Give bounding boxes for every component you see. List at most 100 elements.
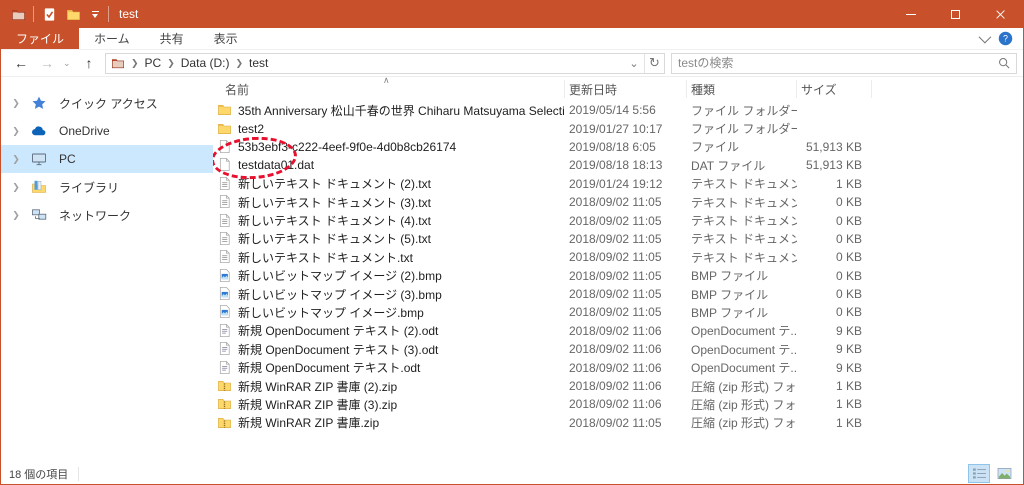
file-type: 圧縮 (zip 形式) フォ...	[687, 414, 797, 431]
file-modified: 2018/09/02 11:06	[565, 361, 687, 375]
file-name: 新しいテキスト ドキュメント.txt	[238, 249, 413, 266]
item-count: 18 個の項目	[9, 466, 68, 482]
file-name: 新規 WinRAR ZIP 書庫 (3).zip	[238, 396, 397, 413]
file-row[interactable]: 新しいテキスト ドキュメント (5).txt2018/09/02 11:05テキ…	[213, 230, 1023, 248]
sidebar-item-ネットワーク[interactable]: ❯ネットワーク	[1, 201, 213, 229]
sidebar-item-クイック アクセス[interactable]: ❯ クイック アクセス	[1, 89, 213, 117]
file-row[interactable]: 新しいテキスト ドキュメント (4).txt2018/09/02 11:05テキ…	[213, 211, 1023, 229]
window-title: test	[119, 7, 138, 21]
file-size: 1 KB	[797, 416, 872, 430]
expander-chevron-icon[interactable]: ❯	[1, 182, 31, 193]
title-bar: test	[1, 0, 1023, 28]
file-name: testdata01.dat	[238, 158, 314, 172]
file-name: 新しいテキスト ドキュメント (3).txt	[238, 194, 431, 211]
forward-button[interactable]: →	[37, 55, 57, 71]
file-size: 0 KB	[797, 195, 872, 209]
library-icon	[31, 179, 53, 195]
ribbon-tab-ファイル[interactable]: ファイル	[1, 28, 79, 49]
file-row[interactable]: 53b3ebf3-c222-4eef-9f0e-4d0b8cb261742019…	[213, 138, 1023, 156]
file-name: 新規 OpenDocument テキスト.odt	[238, 359, 420, 376]
column-header-size[interactable]: サイズ	[797, 80, 872, 98]
file-size: 0 KB	[797, 269, 872, 283]
file-name: test2	[238, 122, 264, 136]
close-button[interactable]	[978, 0, 1023, 28]
column-header-type[interactable]: 種類	[687, 80, 797, 98]
quick-access-toolbar	[1, 5, 109, 23]
customize-qat-button[interactable]	[88, 11, 102, 18]
text-file-icon	[217, 213, 233, 229]
file-row[interactable]: 新しいビットマップ イメージ.bmp2018/09/02 11:05BMP ファ…	[213, 303, 1023, 321]
new-folder-button[interactable]	[64, 5, 82, 23]
file-size: 0 KB	[797, 232, 872, 246]
ribbon-tab-表示[interactable]: 表示	[199, 28, 253, 49]
cloud-icon	[31, 123, 53, 139]
file-row[interactable]: 35th Anniversary 松山千春の世界 Chiharu Matsuya…	[213, 101, 1023, 119]
file-row[interactable]: 新しいテキスト ドキュメント (3).txt2018/09/02 11:05テキ…	[213, 193, 1023, 211]
file-row[interactable]: 新規 WinRAR ZIP 書庫.zip2018/09/02 11:05圧縮 (…	[213, 414, 1023, 432]
breadcrumb-item[interactable]: PC	[141, 56, 166, 70]
breadcrumb-item[interactable]: test	[245, 56, 272, 70]
sidebar-item-PC[interactable]: ❯ PC	[1, 145, 213, 173]
file-type: テキスト ドキュメント	[687, 230, 797, 247]
blank-file-icon	[217, 139, 233, 155]
ribbon-tab-ホーム[interactable]: ホーム	[79, 28, 145, 49]
file-type: OpenDocument テ...	[687, 322, 797, 339]
refresh-icon[interactable]: ↻	[644, 54, 664, 73]
minimize-button[interactable]	[888, 0, 933, 28]
file-row[interactable]: 新規 OpenDocument テキスト.odt 2018/09/02 11:06…	[213, 358, 1023, 376]
address-dropdown-icon[interactable]: ⌄	[624, 54, 644, 73]
file-name: 新しいビットマップ イメージ.bmp	[238, 304, 424, 321]
view-toggles	[968, 464, 1015, 483]
breadcrumb-item[interactable]: Data (D:)	[177, 56, 234, 70]
file-row[interactable]: 新規 WinRAR ZIP 書庫 (2).zip2018/09/02 11:06…	[213, 377, 1023, 395]
file-row[interactable]: 新しいテキスト ドキュメント.txt2018/09/02 11:05テキスト ド…	[213, 248, 1023, 266]
up-button[interactable]: ↑	[79, 55, 99, 71]
file-row[interactable]: test22019/01/27 10:17ファイル フォルダー	[213, 119, 1023, 137]
file-row[interactable]: 新規 OpenDocument テキスト (3).odt2018/09/02 1…	[213, 340, 1023, 358]
help-button[interactable]: ?	[998, 31, 1013, 46]
sidebar-item-label: クイック アクセス	[53, 95, 158, 112]
file-type: テキスト ドキュメント	[687, 194, 797, 211]
maximize-button[interactable]	[933, 0, 978, 28]
file-row[interactable]: 新規 OpenDocument テキスト (2).odt2018/09/02 1…	[213, 322, 1023, 340]
ribbon-collapse-icon[interactable]	[979, 31, 992, 44]
file-row[interactable]: testdata01.dat2019/08/18 18:13DAT ファイル51…	[213, 156, 1023, 174]
file-modified: 2018/09/02 11:05	[565, 232, 687, 246]
history-dropdown-icon[interactable]: ⌄	[63, 58, 73, 69]
file-row[interactable]: 新規 WinRAR ZIP 書庫 (3).zip 2018/09/02 11:06…	[213, 395, 1023, 413]
ribbon-tab-共有[interactable]: 共有	[145, 28, 199, 49]
zip-file-icon	[217, 378, 233, 394]
file-modified: 2018/09/02 11:05	[565, 214, 687, 228]
sidebar-item-OneDrive[interactable]: ❯OneDrive	[1, 117, 213, 145]
file-name: 新規 OpenDocument テキスト (3).odt	[238, 341, 438, 358]
sidebar-item-label: PC	[53, 152, 76, 166]
expander-chevron-icon[interactable]: ❯	[1, 126, 31, 137]
file-row[interactable]: 新しいビットマップ イメージ (3).bmp2018/09/02 11:05BM…	[213, 285, 1023, 303]
address-bar[interactable]: ❯PC❯Data (D:)❯test ⌄ ↻	[105, 53, 665, 74]
column-header-modified[interactable]: 更新日時	[565, 80, 687, 98]
file-modified: 2018/09/02 11:05	[565, 250, 687, 264]
search-input[interactable]	[678, 56, 998, 70]
sidebar-item-ライブラリ[interactable]: ❯ライブラリ	[1, 173, 213, 201]
navigation-pane: ❯クイック アクセス❯OneDrive❯PC❯ライブラリ❯ネットワーク	[1, 77, 213, 462]
file-size: 1 KB	[797, 397, 872, 411]
details-view-button[interactable]	[968, 464, 990, 483]
file-type: 圧縮 (zip 形式) フォ...	[687, 396, 797, 413]
large-buttons-view-icon[interactable]	[993, 464, 1015, 483]
file-size: 9 KB	[797, 361, 872, 375]
close-icon	[995, 9, 1006, 20]
file-modified: 2018/09/02 11:06	[565, 397, 687, 411]
expander-chevron-icon[interactable]: ❯	[1, 154, 31, 165]
file-name: 新規 WinRAR ZIP 書庫.zip	[238, 414, 379, 431]
expander-chevron-icon[interactable]: ❯	[1, 98, 31, 109]
properties-button[interactable]	[40, 5, 58, 23]
file-size: 0 KB	[797, 287, 872, 301]
back-button[interactable]: ←	[11, 55, 31, 71]
column-header-name[interactable]: 名前 ∧	[213, 80, 565, 98]
search-icon[interactable]	[998, 57, 1010, 69]
file-size: 51,913 KB	[797, 140, 872, 154]
expander-chevron-icon[interactable]: ❯	[1, 210, 31, 221]
file-row[interactable]: 新しいビットマップ イメージ (2).bmp2018/09/02 11:05BM…	[213, 267, 1023, 285]
status-bar: 18 個の項目	[1, 462, 1023, 485]
file-row[interactable]: 新しいテキスト ドキュメント (2).txt2019/01/24 19:12テキ…	[213, 175, 1023, 193]
